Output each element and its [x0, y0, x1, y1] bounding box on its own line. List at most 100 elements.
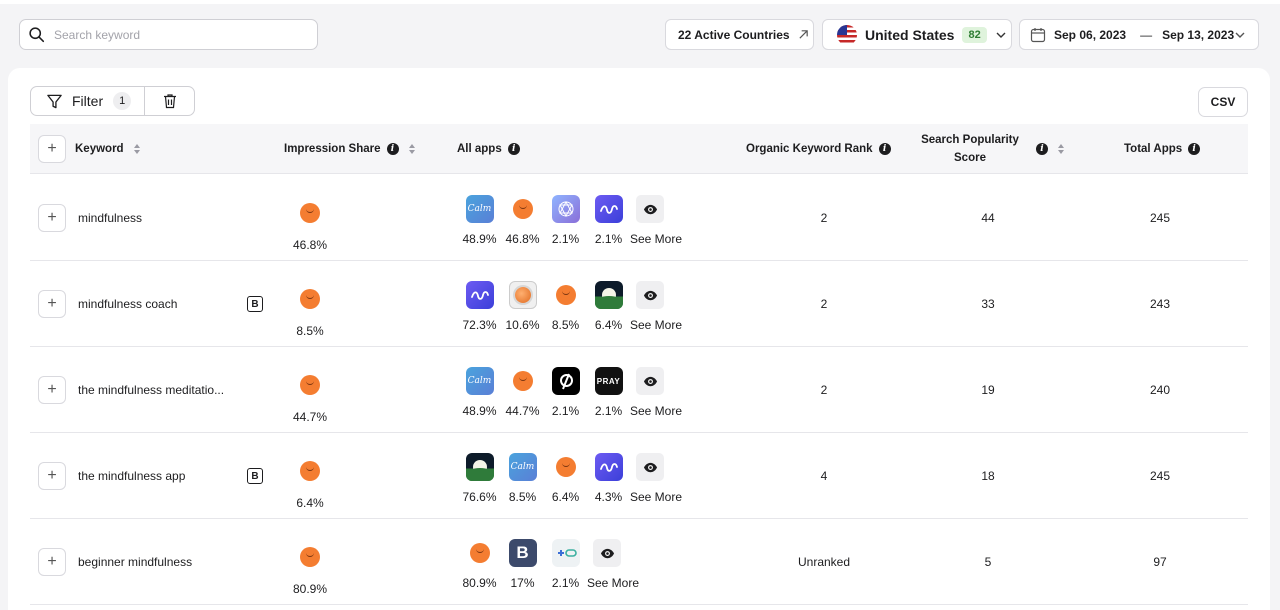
app-entry[interactable]: 2.1% — [544, 539, 587, 590]
see-more-button[interactable]: See More — [587, 539, 647, 590]
info-icon[interactable]: i — [1188, 143, 1201, 155]
expand-row-button[interactable]: + — [38, 290, 66, 318]
expand-row-button[interactable]: + — [38, 548, 66, 576]
search-input[interactable] — [54, 27, 294, 42]
eye-icon — [636, 367, 664, 395]
csv-export-button[interactable]: CSV — [1198, 87, 1248, 117]
app-entry[interactable]: 2.1% — [544, 367, 587, 418]
clear-filters-button[interactable] — [145, 87, 194, 115]
app-entry[interactable]: 4.3% — [587, 453, 630, 504]
mindfulness-app-icon[interactable] — [594, 453, 623, 481]
app-entry[interactable]: 76.6% — [458, 453, 501, 504]
sort-icon[interactable] — [1058, 144, 1064, 154]
app-entry[interactable]: Calm 48.9% — [458, 367, 501, 418]
expand-row-button[interactable]: + — [38, 462, 66, 490]
peloton-icon[interactable] — [551, 367, 580, 395]
app-entry[interactable]: Calm 48.9% — [458, 195, 501, 246]
app-entry[interactable]: 6.4% — [544, 453, 587, 504]
column-keyword[interactable]: Keyword — [75, 124, 140, 174]
calm-icon[interactable]: Calm — [465, 367, 494, 395]
info-icon[interactable]: i — [1036, 143, 1048, 155]
app-entry[interactable]: 6.4% — [587, 281, 630, 332]
mindfulness-app-icon[interactable] — [465, 281, 494, 309]
keyword-text[interactable]: the mindfulness app — [78, 469, 185, 483]
active-countries-button[interactable]: 22 Active Countries — [665, 19, 814, 50]
headspace-icon[interactable] — [466, 539, 494, 567]
all-apps-cell: Calm 48.9% 46.8% 2.1% 2.1% See More — [458, 195, 690, 246]
headspace-icon — [296, 543, 324, 571]
headspace-icon — [296, 371, 324, 399]
table-row[interactable]: + mindfulness 46.8% Calm 48.9% 46.8% 2.1… — [30, 175, 1248, 261]
column-all-apps-label: All apps — [457, 143, 502, 155]
expand-row-button[interactable]: + — [38, 376, 66, 404]
see-more-button[interactable]: See More — [630, 281, 690, 332]
keyword-text[interactable]: mindfulness coach — [78, 297, 177, 311]
sort-icon[interactable] — [408, 144, 415, 154]
see-more-label: See More — [587, 576, 640, 590]
pill-app-icon[interactable] — [551, 539, 580, 567]
see-more-label: See More — [630, 404, 683, 418]
funnel-icon — [47, 94, 62, 108]
country-selector[interactable]: United States 82 — [822, 19, 1012, 50]
b-app-icon[interactable]: B — [508, 539, 537, 567]
impression-share-value: 6.4% — [296, 496, 324, 510]
filter-button[interactable]: Filter 1 — [31, 87, 145, 115]
mindfulness-app-icon[interactable] — [594, 195, 623, 223]
active-countries-label: 22 Active Countries — [678, 27, 790, 42]
nature-icon[interactable] — [465, 453, 494, 481]
calm-icon[interactable]: Calm — [465, 195, 494, 223]
total-apps-value: 240 — [1149, 383, 1171, 397]
app-entry[interactable]: 72.3% — [458, 281, 501, 332]
app-entry[interactable]: 44.7% — [501, 367, 544, 418]
app-share-pct: 72.3% — [462, 318, 497, 332]
headspace-icon — [296, 285, 324, 313]
expand-all-button[interactable]: + — [38, 135, 66, 163]
orb-icon[interactable] — [508, 281, 537, 309]
organic-rank-value: 4 — [820, 469, 828, 483]
app-entry[interactable]: 80.9% — [458, 539, 501, 590]
app-entry[interactable]: B 17% — [501, 539, 544, 590]
keyword-text[interactable]: mindfulness — [78, 211, 142, 225]
search-box[interactable] — [19, 19, 318, 50]
info-icon[interactable]: i — [386, 143, 399, 155]
headspace-icon[interactable] — [509, 367, 537, 395]
impression-share-cell: 80.9% — [288, 543, 332, 596]
column-impression-share[interactable]: Impression Share i — [284, 124, 415, 174]
keyword-text[interactable]: the mindfulness meditatio... — [78, 383, 224, 397]
app-entry[interactable]: PRAY 2.1% — [587, 367, 630, 418]
app-entry[interactable]: 2.1% — [587, 195, 630, 246]
see-more-button[interactable]: See More — [630, 453, 690, 504]
sort-icon[interactable] — [133, 144, 140, 154]
nature-icon[interactable] — [594, 281, 623, 309]
table-row[interactable]: + the mindfulness app B 6.4% 76.6% Calm … — [30, 433, 1248, 519]
pray-icon[interactable]: PRAY — [594, 367, 623, 395]
table-row[interactable]: + beginner mindfulness 80.9% 80.9% B 17%… — [30, 519, 1248, 605]
expand-row-button[interactable]: + — [38, 204, 66, 232]
keyword-table-panel: Filter 1 CSV + Keyword Impression Share … — [8, 68, 1270, 610]
keyword-text[interactable]: beginner mindfulness — [78, 555, 192, 569]
headspace-icon[interactable] — [509, 195, 537, 223]
info-icon[interactable]: i — [878, 143, 891, 155]
see-more-button[interactable]: See More — [630, 367, 690, 418]
app-entry[interactable]: 10.6% — [501, 281, 544, 332]
date-range-picker[interactable]: Sep 06, 2023 — Sep 13, 2023 — [1019, 19, 1259, 50]
headspace-icon — [296, 199, 324, 227]
search-icon — [29, 27, 45, 43]
search-popularity-value: 44 — [981, 211, 995, 225]
app-entry[interactable]: 46.8% — [501, 195, 544, 246]
app-entry[interactable]: Calm 8.5% — [501, 453, 544, 504]
headspace-icon[interactable] — [552, 453, 580, 481]
see-more-button[interactable]: See More — [630, 195, 690, 246]
app-entry[interactable]: 8.5% — [544, 281, 587, 332]
calm-icon[interactable]: Calm — [508, 453, 537, 481]
aura-icon[interactable] — [551, 195, 580, 223]
headspace-icon[interactable] — [552, 281, 580, 309]
eye-icon — [593, 539, 621, 567]
app-share-pct: 48.9% — [462, 404, 497, 418]
info-icon[interactable]: i — [507, 143, 520, 155]
table-row[interactable]: + the mindfulness meditatio... 44.7% Cal… — [30, 347, 1248, 433]
column-search-popularity[interactable]: Search Popularity Score i — [916, 124, 1064, 174]
app-entry[interactable]: 2.1% — [544, 195, 587, 246]
impression-share-cell: 44.7% — [288, 371, 332, 424]
table-row[interactable]: + mindfulness coach B 8.5% 72.3% 10.6% 8… — [30, 261, 1248, 347]
